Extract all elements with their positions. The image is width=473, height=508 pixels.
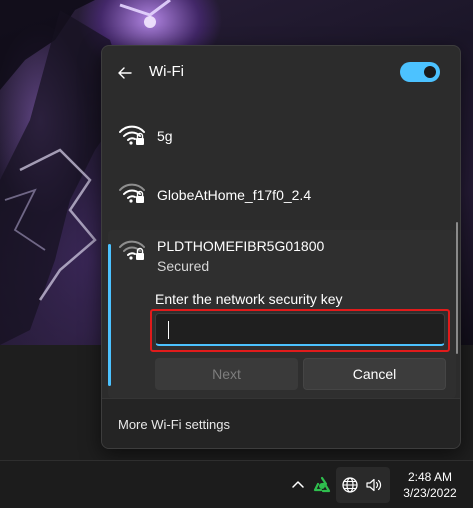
wifi-secured-icon bbox=[119, 240, 145, 260]
chevron-up-icon bbox=[292, 481, 304, 488]
network-volume-group[interactable] bbox=[336, 467, 390, 503]
network-status: Secured bbox=[157, 258, 210, 274]
security-key-input[interactable] bbox=[155, 313, 445, 346]
clock-time: 2:48 AM bbox=[407, 470, 453, 484]
show-hidden-icons-button[interactable] bbox=[288, 475, 308, 495]
wifi-flyout: Wi-Fi 5g GlobeAtHome_f17f0_2.4 PLDTHOMEF… bbox=[101, 45, 461, 449]
wifi-secured-icon bbox=[119, 125, 145, 145]
wifi-secured-icon bbox=[119, 183, 145, 203]
selection-indicator bbox=[108, 244, 111, 386]
flyout-header: Wi-Fi bbox=[102, 46, 460, 98]
flyout-footer: More Wi-Fi settings bbox=[102, 398, 460, 448]
wifi-toggle[interactable] bbox=[400, 62, 440, 82]
network-tray-button[interactable] bbox=[340, 475, 360, 495]
network-item-5g[interactable]: 5g bbox=[102, 109, 460, 163]
clock-button[interactable]: 2:48 AM 3/23/2022 bbox=[396, 469, 464, 501]
security-key-label: Enter the network security key bbox=[155, 291, 343, 307]
text-caret bbox=[168, 321, 169, 339]
clock-date: 3/23/2022 bbox=[403, 486, 457, 500]
flyout-title: Wi-Fi bbox=[149, 63, 184, 80]
network-name: GlobeAtHome_f17f0_2.4 bbox=[157, 187, 312, 203]
more-wifi-settings-link[interactable]: More Wi-Fi settings bbox=[118, 417, 230, 432]
network-item-globeathome[interactable]: GlobeAtHome_f17f0_2.4 bbox=[102, 166, 460, 220]
back-button[interactable] bbox=[114, 62, 136, 84]
recycle-tray-button[interactable] bbox=[312, 475, 332, 495]
globe-icon bbox=[342, 477, 358, 493]
taskbar: 2:48 AM 3/23/2022 bbox=[0, 460, 473, 508]
network-name: 5g bbox=[157, 128, 173, 144]
next-button[interactable]: Next bbox=[155, 358, 298, 390]
speaker-icon bbox=[366, 478, 382, 492]
recycle-icon bbox=[313, 476, 331, 493]
network-name: PLDTHOMEFIBR5G01800 bbox=[157, 238, 325, 254]
network-item-pldthomefibr-expanded: PLDTHOMEFIBR5G01800 Secured Enter the ne… bbox=[108, 230, 456, 398]
volume-tray-button[interactable] bbox=[364, 475, 384, 495]
toggle-knob bbox=[424, 66, 436, 78]
cancel-button[interactable]: Cancel bbox=[303, 358, 446, 390]
scrollbar[interactable] bbox=[456, 222, 458, 354]
arrow-left-icon bbox=[118, 67, 132, 79]
